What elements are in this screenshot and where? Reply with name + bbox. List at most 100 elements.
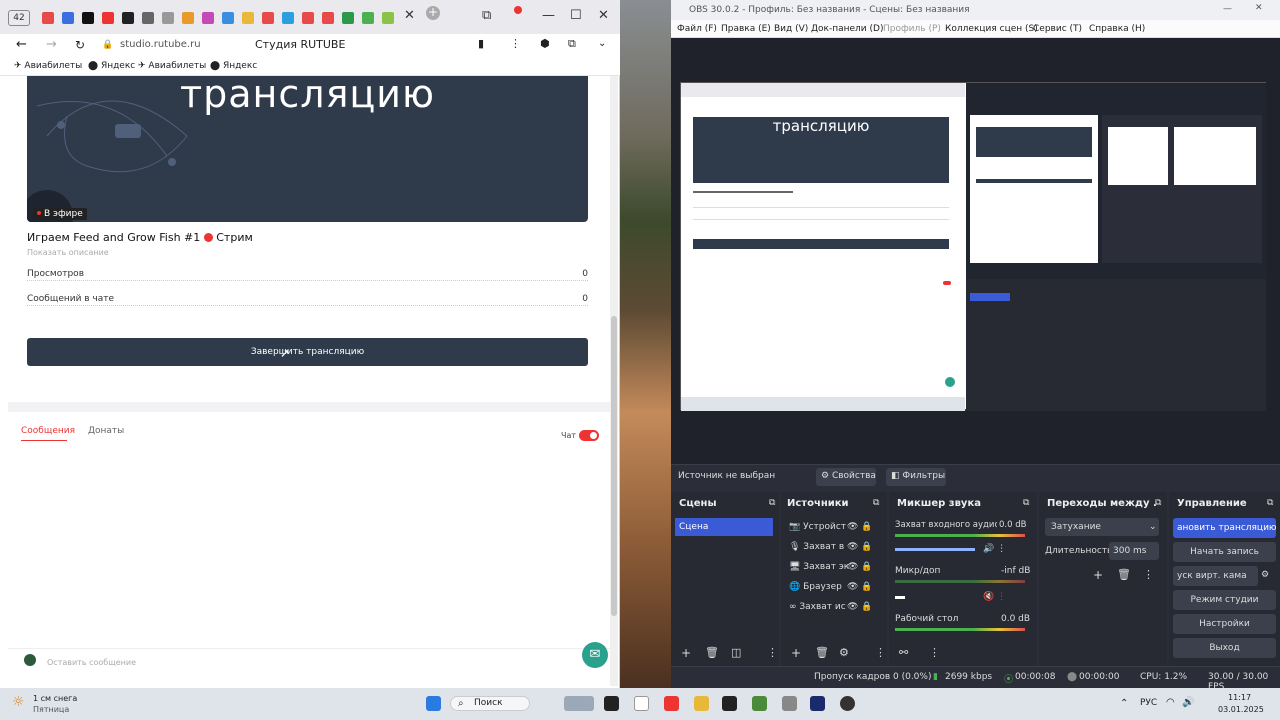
menu-help[interactable]: Справка (H): [1089, 24, 1145, 34]
menu-docks[interactable]: Док-панели (D): [811, 24, 883, 34]
menu-scene-collection[interactable]: Коллекция сцен (S): [945, 24, 1038, 34]
start-recording-button[interactable]: Начать запись: [1173, 542, 1276, 562]
exit-button[interactable]: Выход: [1173, 638, 1276, 658]
volume-icon[interactable]: 🔊: [1182, 697, 1194, 708]
bookmark-item[interactable]: ⬤ Яндекс: [88, 61, 135, 71]
chat-toggle[interactable]: [579, 430, 599, 441]
clock-date[interactable]: 03.01.2025: [1218, 705, 1264, 714]
support-chat-button[interactable]: ✉: [582, 642, 608, 668]
menu-tools[interactable]: Сервис (T): [1033, 24, 1082, 34]
source-item[interactable]: 🖥 Захват эк: [789, 562, 849, 572]
file-explorer-icon[interactable]: [694, 696, 709, 711]
weather-icon[interactable]: ☼: [12, 694, 25, 710]
minimize-icon[interactable]: —: [542, 8, 555, 23]
bookmarks-panel-icon[interactable]: ⧉: [482, 8, 491, 23]
more-icon[interactable]: ⋮: [510, 37, 521, 50]
scene-item[interactable]: Сцена: [675, 518, 773, 536]
url-text[interactable]: studio.rutube.ru: [120, 39, 201, 50]
muted-speaker-icon[interactable]: 🔇 ⋮: [983, 592, 1006, 602]
weather-temp[interactable]: 1 см снега: [33, 694, 77, 703]
scene-filter-icon[interactable]: ◫: [731, 646, 741, 659]
end-stream-button[interactable]: Завершить трансляцию: [27, 338, 588, 366]
add-source-icon[interactable]: +: [791, 646, 801, 660]
start-icon[interactable]: [426, 696, 441, 711]
visibility-eye-icon[interactable]: 👁 🔒: [847, 542, 873, 552]
obs-preview-area[interactable]: трансляцию: [671, 38, 1280, 464]
scroll-thumb[interactable]: [611, 316, 617, 616]
bookmark-item[interactable]: ✈ Авиабилеты: [138, 61, 206, 71]
clock-time[interactable]: 11:17: [1228, 693, 1251, 702]
virtual-camera-button[interactable]: уск вирт. кама: [1173, 566, 1258, 586]
download-icon[interactable]: ⌄: [598, 38, 606, 49]
source-item[interactable]: 📷 Устройст: [789, 522, 846, 532]
tab-icon[interactable]: [302, 12, 314, 24]
dock-float-icon[interactable]: ⧉: [1267, 498, 1273, 508]
stop-stream-button[interactable]: ановить трансляцию: [1173, 518, 1277, 538]
tab-icon[interactable]: [262, 12, 274, 24]
bookmark-item[interactable]: ⬤ Яндекс: [210, 61, 257, 71]
source-settings-icon[interactable]: ⚙: [839, 646, 849, 659]
close-window-icon[interactable]: ✕: [598, 8, 609, 23]
visibility-eye-icon[interactable]: 👁 🔒: [847, 602, 873, 612]
tab-icon[interactable]: [282, 12, 294, 24]
transition-more-icon[interactable]: ⋮: [1143, 568, 1154, 581]
dock-float-icon[interactable]: ⧉: [769, 498, 775, 508]
volume-slider[interactable]: [895, 548, 975, 551]
mixer-link-icon[interactable]: ⚯: [899, 646, 908, 659]
lock-icon[interactable]: 🔒: [102, 40, 113, 50]
close-tab-icon[interactable]: ✕: [404, 8, 415, 23]
studio-mode-button[interactable]: Режим студии: [1173, 590, 1276, 610]
tab-icon[interactable]: [62, 12, 74, 24]
tab-icon[interactable]: [222, 12, 234, 24]
stream-preview[interactable]: трансляцию В эфире: [27, 76, 588, 222]
mixer-more-icon[interactable]: ⋮: [929, 646, 940, 659]
photoshop-icon[interactable]: [810, 696, 825, 711]
settings-button[interactable]: Настройки: [1173, 614, 1276, 634]
source-item[interactable]: ∞ Захват ис: [789, 602, 846, 612]
source-more-icon[interactable]: ⋮: [875, 646, 886, 659]
dock-float-icon[interactable]: ⧉: [873, 498, 879, 508]
maximize-icon[interactable]: ☐: [570, 8, 582, 23]
volume-slider[interactable]: [895, 596, 905, 599]
add-scene-icon[interactable]: +: [681, 646, 691, 660]
minimize-icon[interactable]: —: [1223, 4, 1232, 14]
menu-edit[interactable]: Правка (E): [721, 24, 771, 34]
tab-count-button[interactable]: 42: [8, 10, 30, 26]
dock-float-icon[interactable]: ⧉: [1023, 498, 1029, 508]
obs-taskbar-icon[interactable]: [840, 696, 855, 711]
tab-icon[interactable]: [162, 12, 174, 24]
source-item[interactable]: 🎙 Захват в: [789, 542, 844, 552]
speaker-icon[interactable]: 🔊 ⋮: [983, 544, 1006, 554]
message-input[interactable]: Оставить сообщение: [47, 658, 136, 667]
new-tab-button[interactable]: +: [426, 6, 440, 20]
reload-icon[interactable]: ↻: [75, 38, 85, 52]
source-item[interactable]: 🌐 Браузер: [789, 582, 842, 592]
remove-transition-icon[interactable]: 🗑: [1117, 568, 1131, 581]
menu-file[interactable]: Файл (F): [677, 24, 717, 34]
tab-icon[interactable]: [122, 12, 134, 24]
screenshot-icon[interactable]: ⧉: [568, 37, 576, 51]
scene-more-icon[interactable]: ⋮: [767, 646, 778, 659]
extension-icon[interactable]: ⬢: [540, 37, 550, 50]
minecraft-icon[interactable]: [752, 696, 767, 711]
tab-icon[interactable]: [182, 12, 194, 24]
tab-icon[interactable]: [102, 12, 114, 24]
app-icon[interactable]: [782, 696, 797, 711]
close-window-icon[interactable]: ✕: [1255, 3, 1263, 13]
preview-canvas[interactable]: трансляцию: [680, 82, 1266, 411]
tab-messages[interactable]: Сообщения: [21, 426, 75, 436]
app-icon[interactable]: [722, 696, 737, 711]
back-icon[interactable]: ←: [16, 37, 27, 52]
page-scrollbar[interactable]: [610, 76, 618, 686]
visibility-eye-icon[interactable]: 👁 🔒: [847, 582, 873, 592]
yandex-browser-icon[interactable]: [664, 696, 679, 711]
tab-icon[interactable]: [362, 12, 374, 24]
tab-donations[interactable]: Донаты: [88, 426, 124, 436]
notepad-icon[interactable]: [634, 696, 649, 711]
tray-chevron-icon[interactable]: ⌃: [1120, 698, 1128, 709]
gear-icon[interactable]: ⚙: [1261, 570, 1269, 580]
tab-icon[interactable]: [202, 12, 214, 24]
tab-icon[interactable]: [382, 12, 394, 24]
remove-source-icon[interactable]: 🗑: [815, 646, 829, 659]
tab-icon[interactable]: [142, 12, 154, 24]
